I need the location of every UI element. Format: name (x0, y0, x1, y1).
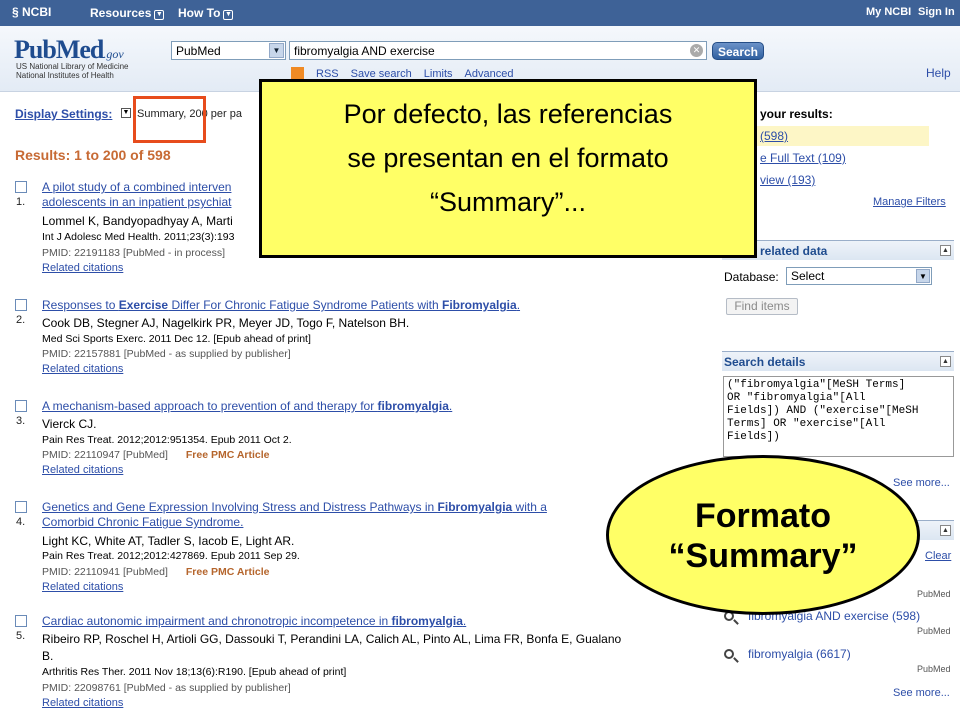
result-pmid: PMID: 22110941 [PubMed] Free PMC Article (42, 566, 270, 578)
result-title[interactable]: Genetics and Gene Expression Involving S… (42, 499, 547, 515)
find-items-button[interactable]: Find items (726, 298, 798, 315)
result-title[interactable]: A pilot study of a combined interven (42, 179, 231, 195)
clear-search-icon[interactable]: ✕ (690, 44, 703, 57)
help-link[interactable]: Help (926, 66, 951, 80)
result-number: 5. (16, 630, 26, 642)
select-checkbox[interactable] (15, 299, 27, 311)
search-button[interactable]: Search (712, 42, 764, 60)
results-count: Results: 1 to 200 of 598 (15, 147, 171, 163)
result-journal: Pain Res Treat. 2012;2012:951354. Epub 2… (42, 434, 292, 446)
resources-menu[interactable]: Resources ▼ (90, 6, 165, 20)
result-number: 4. (16, 516, 26, 528)
result-journal: Med Sci Sports Exerc. 2011 Dec 12. [Epub… (42, 333, 311, 345)
select-checkbox[interactable] (15, 501, 27, 513)
chevron-down-icon[interactable]: ▼ (121, 108, 131, 118)
chevron-down-icon: ▼ (916, 269, 930, 283)
annotation-oval: Formato “Summary” (606, 455, 920, 615)
collapse-icon[interactable]: ▲ (940, 245, 951, 256)
ncbi-logo[interactable]: § NCBI (12, 5, 51, 19)
search-details-header: Search details ▲ (722, 351, 954, 371)
result-pmid: PMID: 22110947 [PubMed] Free PMC Article (42, 449, 270, 461)
collapse-icon[interactable]: ▲ (940, 356, 951, 367)
related-citations-link[interactable]: Related citations (42, 581, 123, 593)
free-pmc-badge[interactable]: Free PMC Article (186, 449, 270, 461)
history-item[interactable]: fibromyalgia (6617) (748, 647, 851, 661)
select-checkbox[interactable] (15, 615, 27, 627)
result-number: 3. (16, 415, 26, 427)
result-pmid: PMID: 22157881 [PubMed - as supplied by … (42, 348, 291, 360)
result-authors: Light KC, White AT, Tadler S, Iacob E, L… (42, 534, 295, 548)
result-title-cont[interactable]: Comorbid Chronic Fatigue Syndrome. (42, 514, 243, 530)
pubmed-logo[interactable]: PubMed.gov (14, 35, 124, 65)
history-source: PubMed (917, 664, 951, 674)
display-settings-link[interactable]: Display Settings: (15, 107, 112, 121)
history-source: PubMed (917, 626, 951, 636)
see-more-link[interactable]: See more... (893, 687, 950, 699)
database-select[interactable]: PubMed ▼ (171, 41, 286, 60)
select-checkbox[interactable] (15, 181, 27, 193)
related-citations-link[interactable]: Related citations (42, 363, 123, 375)
result-item: 5. Cardiac autonomic impairment and chro… (15, 613, 715, 718)
result-authors: Ribeiro RP, Roschel H, Artioli GG, Dasso… (42, 632, 622, 646)
result-item: 3. A mechanism-based approach to prevent… (15, 398, 715, 483)
chevron-down-icon: ▼ (223, 10, 234, 20)
result-title-cont[interactable]: adolescents in an inpatient psychiat (42, 194, 231, 210)
result-journal: Arthritis Res Ther. 2011 Nov 18;13(6):R1… (42, 666, 347, 678)
result-item: 2. Responses to Exercise Differ For Chro… (15, 297, 715, 382)
clear-history-link[interactable]: Clear (925, 550, 951, 562)
highlight-box (133, 96, 206, 143)
search-details-box[interactable]: ("fibromyalgia"[MeSH Terms] OR "fibromya… (723, 376, 954, 457)
chevron-down-icon: ▼ (154, 10, 165, 20)
result-authors: Vierck CJ. (42, 417, 97, 431)
result-authors: Cook DB, Stegner AJ, Nagelkirk PR, Meyer… (42, 316, 410, 330)
related-citations-link[interactable]: Related citations (42, 464, 123, 476)
filter-free-full-text[interactable]: e Full Text (109) (760, 151, 846, 165)
result-title[interactable]: Cardiac autonomic impairment and chronot… (42, 613, 466, 629)
sign-in-link[interactable]: Sign In (918, 6, 955, 18)
result-pmid: PMID: 22098761 [PubMed - as supplied by … (42, 682, 291, 694)
result-number: 1. (16, 196, 26, 208)
result-journal: Int J Adolesc Med Health. 2011;23(3):193 (42, 231, 235, 243)
related-citations-link[interactable]: Related citations (42, 697, 123, 709)
result-journal: Pain Res Treat. 2012;2012:427869. Epub 2… (42, 550, 300, 562)
chevron-down-icon: ▼ (269, 43, 284, 58)
free-pmc-badge[interactable]: Free PMC Article (186, 566, 270, 578)
manage-filters-link[interactable]: Manage Filters (873, 196, 946, 208)
related-citations-link[interactable]: Related citations (42, 262, 123, 274)
nlm-caption: US National Library of Medicine National … (16, 62, 129, 80)
select-checkbox[interactable] (15, 400, 27, 412)
result-number: 2. (16, 314, 26, 326)
filter-review[interactable]: view (193) (760, 173, 815, 187)
result-pmid: PMID: 22191183 [PubMed - in process] (42, 247, 226, 259)
result-authors-cont: B. (42, 649, 54, 663)
top-nav-bar: § NCBI Resources ▼ How To ▼ My NCBI Sign I… (0, 0, 960, 26)
result-title[interactable]: A mechanism-based approach to prevention… (42, 398, 452, 414)
filter-title: your results: (760, 107, 833, 121)
result-title[interactable]: Responses to Exercise Differ For Chronic… (42, 297, 520, 313)
see-more-link[interactable]: See more... (893, 477, 950, 489)
my-ncbi-link[interactable]: My NCBI (866, 6, 911, 18)
result-authors: Lommel K, Bandyopadhyay A, Marti (42, 214, 233, 228)
database-label: Database: (724, 270, 779, 284)
collapse-icon[interactable]: ▲ (940, 525, 951, 536)
search-input[interactable] (289, 41, 707, 60)
annotation-callout: Por defecto, las referencias se presenta… (259, 79, 757, 258)
search-icon (724, 649, 734, 659)
history-source: PubMed (917, 589, 951, 599)
howto-menu[interactable]: How To ▼ (178, 6, 234, 20)
filter-all[interactable]: (598) (760, 129, 788, 143)
related-database-select[interactable]: Select ▼ (786, 267, 932, 285)
rss-icon[interactable] (291, 67, 304, 79)
